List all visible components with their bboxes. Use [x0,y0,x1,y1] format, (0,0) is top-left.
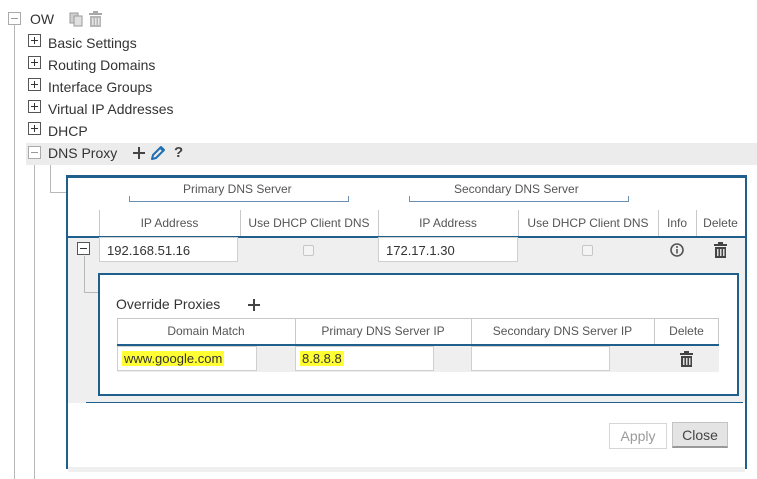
close-button[interactable]: Close [672,422,728,448]
add-icon[interactable] [133,147,145,162]
row-branch-line [84,256,85,292]
tree-dns-branch-line [50,162,51,192]
delete-icon[interactable] [714,242,727,261]
header-secondary-dns-server-ip: Secondary DNS Server IP [492,324,633,338]
primary-dns-bracket [129,196,349,202]
secondary-dns-group-title: Secondary DNS Server [454,182,579,196]
override-secondary-ip-input[interactable] [471,346,610,371]
header-ip-address: IP Address [140,216,199,230]
expand-toggle-virtual-ip[interactable] [28,100,41,113]
expand-toggle-routing-domains[interactable] [28,56,41,69]
header-delete: Delete [703,216,738,230]
tree-item-interface-groups[interactable]: Interface Groups [48,79,152,95]
secondary-dns-bracket [409,196,629,202]
help-icon[interactable]: ? [174,144,183,161]
header-ip-address-secondary: IP Address [419,216,477,230]
override-primary-ip-input[interactable]: 8.8.8.8 [295,346,434,371]
pencil-icon[interactable] [150,145,166,164]
primary-ip-input[interactable]: 192.168.51.16 [99,237,238,262]
override-delete-icon[interactable] [680,351,693,370]
override-primary-ip-value: 8.8.8.8 [300,351,344,366]
tree-item-basic-settings[interactable]: Basic Settings [48,35,137,51]
domain-match-value: www.google.com [122,351,225,366]
domain-match-input[interactable]: www.google.com [117,346,257,371]
expand-toggle-basic-settings[interactable] [28,34,41,47]
primary-use-dhcp-checkbox[interactable] [303,245,314,256]
root-collapse-toggle[interactable] [8,12,21,25]
tree-child-line [34,160,35,479]
collapse-toggle-dns-proxy[interactable] [28,146,41,159]
secondary-ip-input[interactable]: 172.17.1.30 [378,237,518,262]
apply-button[interactable]: Apply [609,423,667,449]
header-primary-dns-server-ip: Primary DNS Server IP [321,324,445,338]
override-proxies-title: Override Proxies [116,296,221,312]
header-info: Info [666,216,687,230]
copy-icon[interactable] [69,12,83,30]
tree-dns-connector [50,192,66,193]
root-label: OW [30,11,55,27]
row-branch-connector [84,292,98,293]
header-domain-match: Domain Match [167,324,245,338]
tree-item-dhcp[interactable]: DHCP [48,123,88,139]
tree-item-routing-domains[interactable]: Routing Domains [48,57,155,73]
tree-item-dns-proxy[interactable]: DNS Proxy [48,145,117,161]
header-use-dhcp-client-dns: Use DHCP Client DNS [248,216,370,230]
tree-trunk-line [14,25,15,479]
expand-toggle-interface-groups[interactable] [28,78,41,91]
header-override-delete: Delete [669,324,704,338]
expand-toggle-dhcp[interactable] [28,122,41,135]
primary-dns-group-title: Primary DNS Server [183,182,292,196]
trash-icon[interactable] [89,11,102,30]
tree-item-virtual-ip-addresses[interactable]: Virtual IP Addresses [48,101,174,117]
info-icon[interactable] [670,243,684,260]
add-override-icon[interactable] [248,299,260,314]
override-proxies-panel: Override Proxies Domain Match Primary DN… [98,273,739,396]
row-collapse-toggle[interactable] [77,242,90,255]
header-use-dhcp-client-dns-secondary: Use DHCP Client DNS [527,216,649,230]
secondary-use-dhcp-checkbox[interactable] [582,245,593,256]
